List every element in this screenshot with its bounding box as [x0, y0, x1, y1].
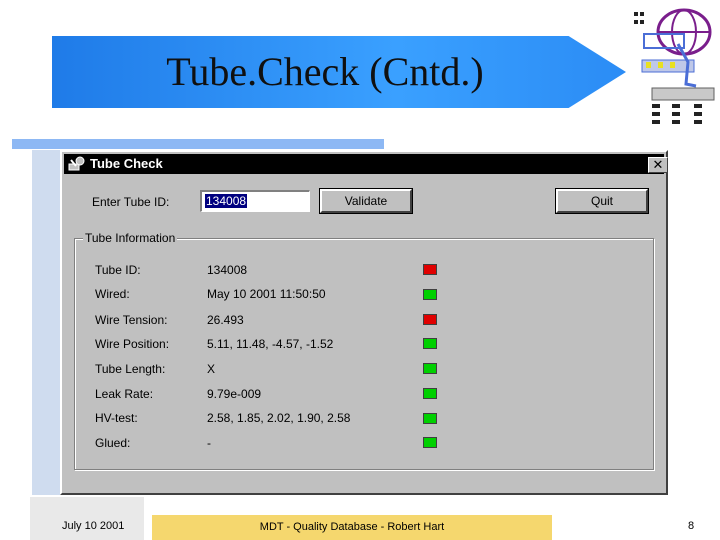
row-value: 5.11, 11.48, -4.57, -1.52 [207, 337, 334, 351]
row-value: 134008 [207, 263, 248, 277]
footer-left-panel [30, 497, 144, 540]
row-value: X [207, 362, 216, 376]
blue-rule [12, 139, 384, 149]
row-value: May 10 2001 11:50:50 [207, 287, 326, 301]
close-button[interactable]: ✕ [648, 157, 668, 173]
tube-information-group: Tube Information Tube ID: 134008 Wired: … [74, 231, 654, 470]
status-indicator-green [423, 338, 437, 349]
footer-date: July 10 2001 [62, 520, 125, 532]
status-indicator-green [423, 388, 437, 399]
close-icon: ✕ [652, 157, 664, 172]
row-value: 26.493 [207, 313, 244, 327]
app-icon [68, 156, 85, 171]
status-indicator-green [423, 363, 437, 374]
status-indicator-red [423, 314, 437, 325]
row-label: Tube Length: [95, 362, 166, 376]
row-label: Glued: [95, 436, 131, 450]
row-label: Wired: [95, 287, 130, 301]
dialog-titlebar[interactable]: Tube Check ✕ [64, 154, 668, 174]
row-label: Wire Tension: [95, 313, 168, 327]
row-value: 9.79e-009 [207, 387, 262, 401]
left-strip [32, 150, 60, 495]
tube-check-dialog: Tube Check ✕ Enter Tube ID: 134008 Valid… [60, 150, 668, 495]
row-label: Leak Rate: [95, 387, 154, 401]
status-indicator-green [423, 437, 437, 448]
status-indicator-green [423, 413, 437, 424]
group-title: Tube Information [83, 231, 178, 245]
page-number: 8 [688, 520, 695, 532]
row-label: Wire Position: [95, 337, 170, 351]
dialog-title: Tube Check [90, 156, 163, 171]
quit-button[interactable]: Quit [555, 188, 649, 214]
atlas-logo-icon [628, 4, 718, 136]
validate-button[interactable]: Validate [319, 188, 413, 214]
status-indicator-red [423, 264, 437, 275]
tube-id-value: 134008 [205, 194, 248, 208]
status-indicator-green [423, 289, 437, 300]
slide-title: Tube.Check (Cntd.) [166, 49, 484, 94]
enter-tube-id-label: Enter Tube ID: [92, 195, 170, 209]
footer-center-text: MDT - Quality Database - Robert Hart [152, 515, 552, 540]
row-value: 2.58, 1.85, 2.02, 1.90, 2.58 [207, 411, 351, 425]
row-label: HV-test: [95, 411, 138, 425]
tube-id-input[interactable]: 134008 [200, 190, 310, 212]
row-label: Tube ID: [95, 263, 141, 277]
row-value: - [207, 436, 211, 450]
